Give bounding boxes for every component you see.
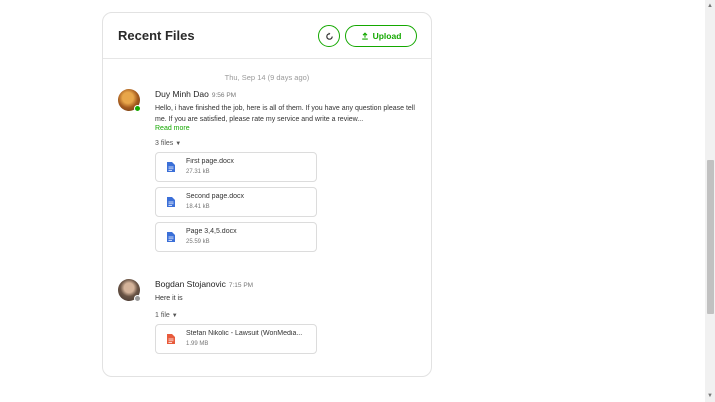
file-name: First page.docx	[186, 158, 234, 165]
sender-name[interactable]: Bogdan Stojanovic	[155, 279, 226, 289]
file-size: 18.41 kB	[186, 204, 210, 210]
scroll-up-arrow-icon[interactable]: ▲	[706, 2, 714, 10]
sender-line: Duy Minh Dao 9:56 PM	[155, 89, 417, 99]
message-text: Hello, i have finished the job, here is …	[155, 105, 415, 123]
message-body: Duy Minh Dao 9:56 PM Hello, i have finish…	[155, 89, 417, 252]
date-separator: Thu, Sep 14 (9 days ago)	[224, 73, 310, 82]
sender-line: Bogdan Stojanovic 7:15 PM	[155, 279, 417, 289]
file-attachment[interactable]: First page.docx 27.31 kB	[155, 152, 317, 182]
avatar[interactable]	[118, 279, 141, 302]
message-time: 9:56 PM	[211, 92, 237, 99]
refresh-button[interactable]	[318, 25, 340, 47]
files-count: 3 files	[155, 140, 174, 147]
file-name: Second page.docx	[186, 193, 244, 200]
file-name: Page 3,4,5.docx	[186, 228, 237, 235]
online-status-dot	[134, 105, 141, 112]
message-text: Here it is	[155, 295, 183, 302]
read-more-link[interactable]: Read more	[155, 125, 417, 132]
sender-name[interactable]: Duy Minh Dao	[155, 89, 209, 99]
message-body: Bogdan Stojanovic 7:15 PM Here it is 1 fi…	[155, 279, 417, 354]
pdf-icon	[167, 334, 175, 344]
file-size: 1.99 MB	[186, 341, 209, 347]
docx-icon	[167, 162, 175, 172]
file-size: 27.31 kB	[186, 169, 210, 175]
panel-header: Recent Files Upload	[103, 13, 431, 59]
file-attachment[interactable]: Second page.docx 18.41 kB	[155, 187, 317, 217]
file-size: 25.59 kB	[186, 239, 210, 245]
files-count: 1 file	[155, 312, 170, 319]
scroll-down-arrow-icon[interactable]: ▼	[706, 392, 714, 400]
recent-files-panel: Recent Files Upload Thu, Sep 14 (9 days …	[102, 12, 432, 377]
upload-button[interactable]: Upload	[345, 25, 417, 47]
scrollbar-thumb[interactable]	[707, 160, 714, 314]
docx-icon	[167, 197, 175, 207]
message-time: 7:15 PM	[228, 282, 254, 289]
upload-label: Upload	[372, 31, 402, 41]
upload-icon	[361, 32, 368, 40]
file-attachment[interactable]: Stefan Nikolic - Lawsuit (WonMedia... 1.…	[155, 324, 317, 354]
refresh-icon	[325, 32, 333, 40]
avatar[interactable]	[118, 89, 141, 112]
files-toggle[interactable]: 1 file ▼	[155, 312, 417, 319]
file-attachment[interactable]: Page 3,4,5.docx 25.59 kB	[155, 222, 317, 252]
docx-icon	[167, 232, 175, 242]
files-toggle[interactable]: 3 files ▼	[155, 140, 417, 147]
caret-down-icon: ▼	[175, 141, 182, 147]
file-name: Stefan Nikolic - Lawsuit (WonMedia...	[186, 330, 303, 337]
panel-title: Recent Files	[118, 28, 195, 43]
caret-down-icon: ▼	[171, 313, 178, 319]
offline-status-dot	[134, 295, 141, 302]
